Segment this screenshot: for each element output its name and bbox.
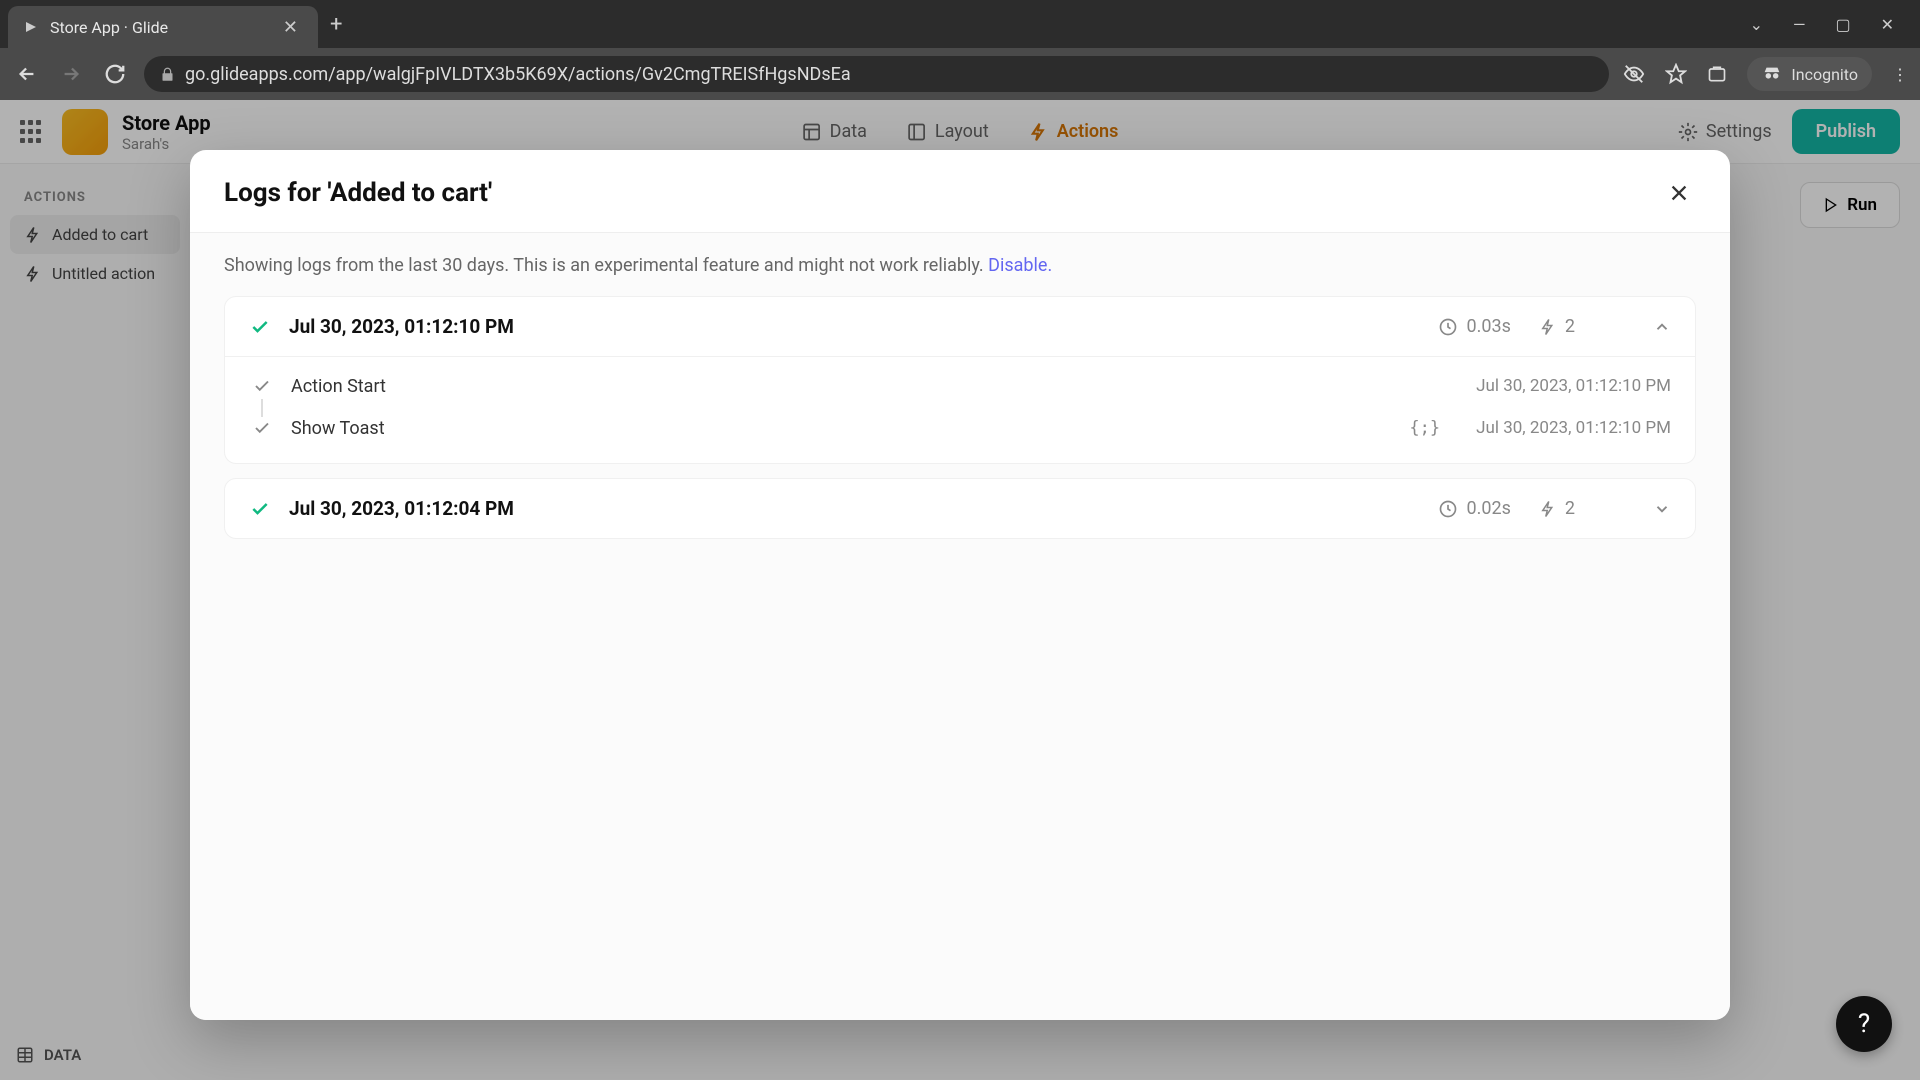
log-header-row[interactable]: Jul 30, 2023, 01:12:10 PM 0.03s 2: [225, 297, 1695, 356]
step-name: Show Toast: [291, 418, 1391, 439]
chevron-up-icon: [1653, 318, 1671, 336]
browser-tab[interactable]: Store App · Glide ✕: [8, 6, 318, 48]
incognito-badge[interactable]: Incognito: [1747, 57, 1872, 91]
disable-link[interactable]: Disable.: [988, 255, 1052, 276]
modal-overlay[interactable]: Logs for 'Added to cart' Showing logs fr…: [0, 100, 1920, 1080]
minimize-icon[interactable]: ―: [1793, 15, 1806, 34]
url-bar[interactable]: go.glideapps.com/app/walgjFpIVLDTX3b5K69…: [144, 56, 1609, 92]
step-time: Jul 30, 2023, 01:12:10 PM: [1476, 418, 1671, 438]
browser-chrome: Store App · Glide ✕ + ⌄ ― ▢ ✕ go.glideap…: [0, 0, 1920, 100]
step-name: Action Start: [291, 376, 1458, 397]
check-icon: [251, 375, 273, 397]
step-time: Jul 30, 2023, 01:12:10 PM: [1476, 376, 1671, 396]
log-entry: Jul 30, 2023, 01:12:10 PM 0.03s 2: [224, 296, 1696, 464]
check-icon: [249, 316, 271, 338]
check-icon: [249, 498, 271, 520]
modal-body: Showing logs from the last 30 days. This…: [190, 233, 1730, 1020]
new-tab-button[interactable]: +: [318, 6, 354, 43]
chevron-down-icon: [1653, 500, 1671, 518]
log-meta: 0.03s 2: [1438, 316, 1671, 337]
modal-title: Logs for 'Added to cart': [224, 178, 492, 208]
close-icon[interactable]: [1662, 176, 1696, 210]
json-icon[interactable]: {;}: [1409, 418, 1440, 438]
back-button[interactable]: [12, 59, 42, 89]
log-header-row[interactable]: Jul 30, 2023, 01:12:04 PM 0.02s 2: [225, 479, 1695, 538]
log-timestamp: Jul 30, 2023, 01:12:10 PM: [289, 315, 1420, 338]
eye-off-icon[interactable]: [1623, 63, 1645, 85]
log-meta: 0.02s 2: [1438, 498, 1671, 519]
incognito-label: Incognito: [1791, 65, 1858, 84]
log-steps: Action Start Jul 30, 2023, 01:12:10 PM S…: [225, 356, 1695, 463]
extensions-icon[interactable]: [1707, 64, 1727, 84]
log-step: Action Start Jul 30, 2023, 01:12:10 PM: [249, 365, 1671, 407]
log-entry: Jul 30, 2023, 01:12:04 PM 0.02s 2: [224, 478, 1696, 539]
tab-close-icon[interactable]: ✕: [277, 15, 304, 40]
close-window-icon[interactable]: ✕: [1881, 15, 1894, 34]
tab-title: Store App · Glide: [50, 18, 267, 37]
address-bar: go.glideapps.com/app/walgjFpIVLDTX3b5K69…: [0, 48, 1920, 100]
log-action-count: 2: [1539, 498, 1575, 519]
tab-bar: Store App · Glide ✕ + ⌄ ― ▢ ✕: [0, 0, 1920, 48]
modal-header: Logs for 'Added to cart': [190, 150, 1730, 232]
forward-button[interactable]: [56, 59, 86, 89]
bookmark-icon[interactable]: [1665, 63, 1687, 85]
tab-dropdown-icon[interactable]: ⌄: [1750, 15, 1763, 34]
reload-button[interactable]: [100, 59, 130, 89]
log-duration: 0.03s: [1438, 316, 1510, 337]
logs-modal: Logs for 'Added to cart' Showing logs fr…: [190, 150, 1730, 1020]
info-banner: Showing logs from the last 30 days. This…: [224, 255, 1696, 276]
lock-icon: [160, 67, 175, 82]
window-controls: ⌄ ― ▢ ✕: [1750, 15, 1912, 34]
log-duration: 0.02s: [1438, 498, 1510, 519]
help-button[interactable]: ?: [1836, 996, 1892, 1052]
log-step: Show Toast {;} Jul 30, 2023, 01:12:10 PM: [249, 407, 1671, 449]
tab-favicon-icon: [22, 18, 40, 36]
log-action-count: 2: [1539, 316, 1575, 337]
check-icon: [251, 417, 273, 439]
browser-menu-icon[interactable]: ⋮: [1892, 65, 1908, 84]
maximize-icon[interactable]: ▢: [1835, 15, 1850, 34]
address-bar-icons: Incognito ⋮: [1623, 57, 1908, 91]
url-text: go.glideapps.com/app/walgjFpIVLDTX3b5K69…: [185, 64, 851, 85]
log-timestamp: Jul 30, 2023, 01:12:04 PM: [289, 497, 1420, 520]
